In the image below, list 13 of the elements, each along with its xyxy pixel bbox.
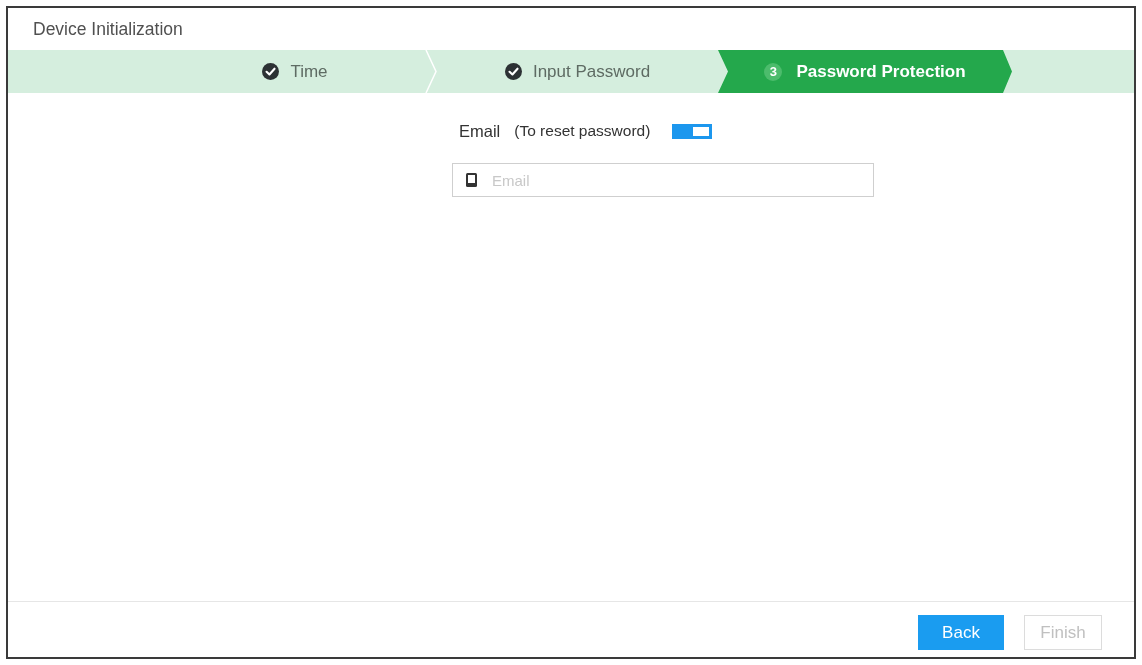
step-number: 3 bbox=[764, 62, 783, 81]
check-circle-icon bbox=[262, 63, 280, 80]
email-toggle[interactable] bbox=[672, 123, 713, 139]
check-circle-icon bbox=[504, 63, 522, 80]
email-hint: (To reset password) bbox=[514, 122, 651, 140]
step-label: Time bbox=[290, 61, 328, 82]
phone-icon bbox=[466, 173, 477, 187]
step-label: Input Password bbox=[532, 61, 651, 82]
window-title: Device Initialization bbox=[33, 18, 183, 40]
email-label: Email bbox=[459, 121, 501, 141]
chevron-separator bbox=[425, 50, 437, 93]
wizard-button[interactable]: Back bbox=[918, 615, 1004, 650]
step-label: Password Protection bbox=[796, 61, 966, 82]
